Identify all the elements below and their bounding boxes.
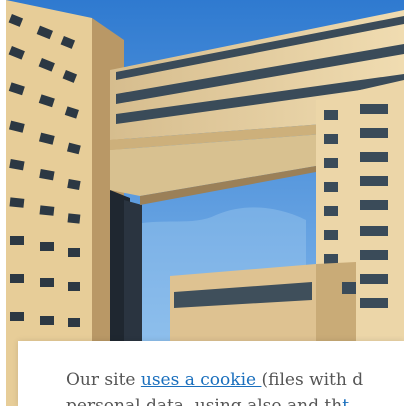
cookie-text-before: Our site bbox=[66, 370, 141, 390]
cookie-text-line-2: personal data, using also and th bbox=[66, 396, 343, 406]
cookie-text-after: (files with d bbox=[261, 370, 364, 390]
low-building-window bbox=[342, 282, 356, 294]
cookie-banner: Our site uses a cookie (files with d per… bbox=[18, 341, 404, 406]
cookie-policy-link[interactable]: uses a cookie bbox=[141, 370, 262, 390]
cookie-banner-text: Our site uses a cookie (files with d bbox=[66, 367, 363, 393]
cookie-second-link[interactable]: t bbox=[342, 396, 349, 406]
cookie-banner-text-line-2: personal data, using also and tht bbox=[66, 393, 349, 406]
page: Our site uses a cookie (files with d per… bbox=[0, 0, 404, 406]
